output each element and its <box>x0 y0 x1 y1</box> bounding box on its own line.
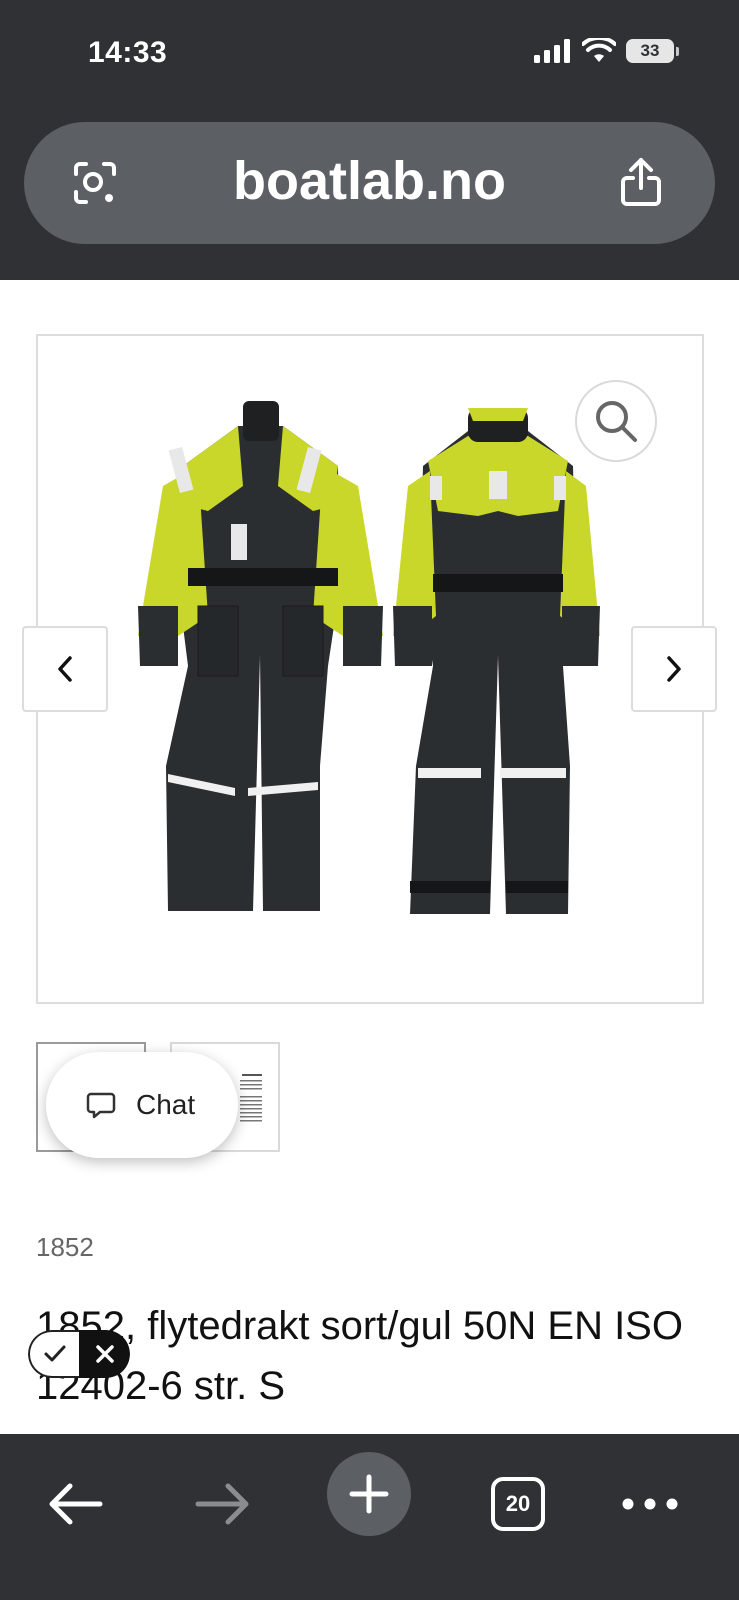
new-tab-button[interactable] <box>327 1452 411 1536</box>
url-text[interactable]: boatlab.no <box>24 150 715 212</box>
product-sku: 1852 <box>36 1232 94 1262</box>
back-arrow-icon <box>49 1483 103 1525</box>
magnifier-icon <box>596 401 637 442</box>
chat-label: Chat <box>136 1089 196 1120</box>
check-icon <box>44 1345 65 1362</box>
new-tab-plus-icon <box>327 1452 411 1536</box>
chevron-right-icon <box>667 656 681 682</box>
battery-icon: 33 <box>626 39 674 63</box>
forward-arrow-icon <box>195 1483 249 1525</box>
consent-accept[interactable] <box>28 1330 79 1378</box>
browser-top-bar: 14:33 33 boatlab.no <box>0 0 739 280</box>
next-image-button[interactable] <box>631 626 717 712</box>
status-icons: 33 <box>534 38 679 64</box>
chat-button[interactable]: Chat <box>46 1052 238 1158</box>
more-button[interactable] <box>620 1464 680 1544</box>
product-title: 1852, flytedrakt sort/gul 50N EN ISO 124… <box>36 1304 683 1408</box>
address-bar[interactable]: boatlab.no <box>24 122 715 244</box>
chevron-left-icon <box>58 656 72 682</box>
share-icon[interactable] <box>619 156 663 208</box>
forward-button[interactable] <box>188 1464 258 1544</box>
wifi-icon <box>582 38 616 62</box>
suit-back-illustration <box>393 408 600 914</box>
cookie-consent-toggle[interactable] <box>28 1330 130 1378</box>
chat-bubble-icon <box>86 1092 116 1119</box>
previous-image-button[interactable] <box>22 626 108 712</box>
zoom-button[interactable] <box>575 380 657 462</box>
status-time: 14:33 <box>88 36 168 69</box>
signal-icon <box>534 39 570 63</box>
back-button[interactable] <box>40 1464 110 1544</box>
browser-bottom-toolbar: 20 <box>0 1434 739 1600</box>
more-icon <box>622 1498 678 1510</box>
suit-front-illustration <box>138 401 383 911</box>
tabs-button[interactable]: 20 <box>488 1464 548 1544</box>
consent-reject[interactable] <box>79 1330 130 1378</box>
close-icon <box>95 1345 114 1363</box>
battery-tip <box>676 46 679 56</box>
tabs-icon: 20 <box>491 1477 545 1531</box>
